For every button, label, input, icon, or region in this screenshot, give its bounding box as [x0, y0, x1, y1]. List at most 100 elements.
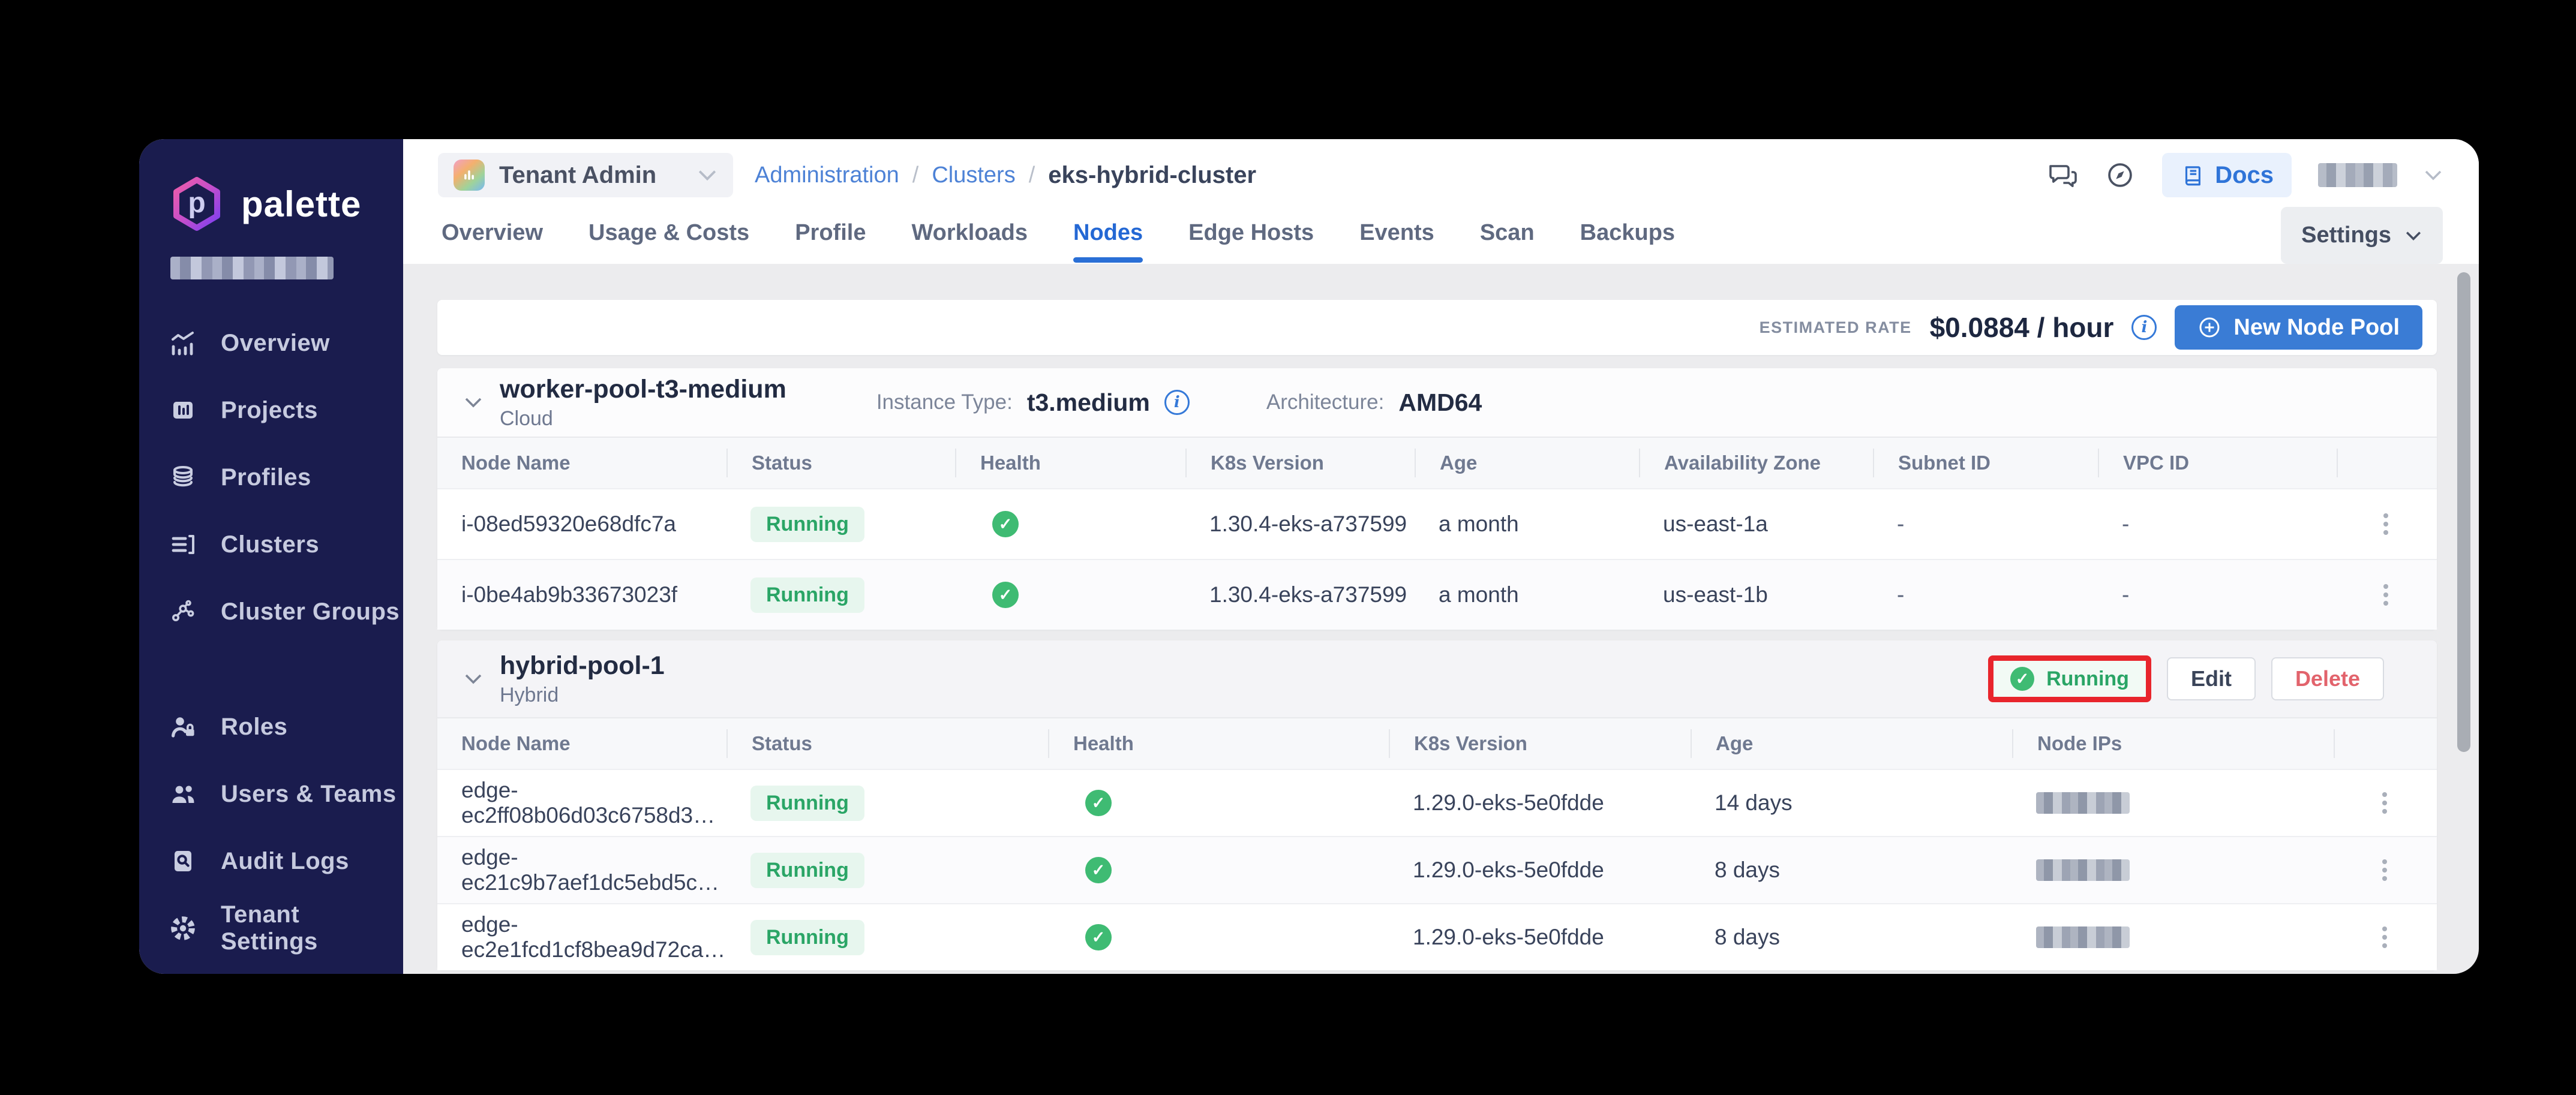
tab-profile[interactable]: Profile	[795, 211, 866, 254]
worker-pool-table-header: Node Name Status Health K8s Version Age …	[437, 438, 2437, 488]
estimated-rate-label: ESTIMATED RATE	[1760, 318, 1912, 337]
tab-nodes-active[interactable]: Nodes	[1073, 211, 1143, 254]
roles-person-lock-icon	[168, 712, 198, 742]
hybrid-pool-header: hybrid-pool-1 Hybrid Running Edit Delete	[437, 640, 2437, 718]
hybrid-pool-table-header: Node Name Status Health K8s Version Age …	[437, 718, 2437, 769]
scrollbar-thumb[interactable]	[2457, 272, 2470, 752]
sidebar-item-tenant-settings[interactable]: Tenant Settings	[168, 895, 403, 962]
col-availability-zone: Availability Zone	[1639, 449, 1873, 477]
sidebar-section-gap	[168, 645, 403, 693]
collapse-chevron-icon[interactable]	[460, 666, 487, 692]
sidebar-item-cluster-groups[interactable]: Cluster Groups	[168, 578, 403, 645]
delete-pool-button[interactable]: Delete	[2271, 657, 2384, 700]
node-ips-redacted	[2036, 926, 2130, 948]
docs-button[interactable]: Docs	[2162, 153, 2292, 197]
sidebar-item-clusters[interactable]: Clusters	[168, 511, 403, 578]
sidebar-item-overview[interactable]: Overview	[168, 309, 403, 377]
availability-zone: us-east-1b	[1639, 582, 1873, 607]
row-actions-kebab-icon[interactable]	[2382, 935, 2387, 940]
user-menu-chevron-down-icon[interactable]	[2424, 169, 2443, 181]
sidebar-item-label: Tenant Settings	[221, 901, 403, 955]
row-actions-kebab-icon[interactable]	[2383, 522, 2388, 527]
audit-logs-icon	[168, 846, 198, 876]
hybrid-pool-actions: Running Edit Delete	[1988, 655, 2384, 702]
svg-text:p: p	[188, 187, 205, 219]
sidebar-item-roles[interactable]: Roles	[168, 693, 403, 760]
node-name: edge-ec2e1fcd1cf8bea9d72ca…	[437, 912, 726, 962]
col-actions	[2337, 449, 2435, 477]
sidebar-nav: Overview Projects	[168, 309, 403, 962]
org-name-redacted	[170, 257, 334, 279]
breadcrumb-clusters-link[interactable]: Clusters	[932, 163, 1015, 188]
logo-wordmark: palette	[241, 183, 361, 225]
worker-pool-section: worker-pool-t3-medium Cloud Instance Typ…	[437, 368, 2437, 630]
pool-meta: Instance Type: t3.medium Architecture: A…	[876, 389, 1482, 417]
architecture-label: Architecture:	[1266, 390, 1384, 414]
table-row: edge-ec2ff08b06d03c6758d3… Running 1.29.…	[437, 769, 2437, 836]
sidebar-item-label: Audit Logs	[221, 848, 349, 875]
architecture-value: AMD64	[1398, 389, 1482, 417]
status-badge: Running	[750, 853, 864, 888]
col-k8s-version: K8s Version	[1185, 449, 1415, 477]
estimated-rate-bar: ESTIMATED RATE $0.0884 / hour New Node P…	[437, 300, 2437, 355]
instance-type-info-icon[interactable]	[1164, 390, 1190, 415]
screenshot-frame: p palette Overview	[0, 0, 2576, 1095]
health-ok-icon	[1085, 790, 1112, 816]
row-actions-kebab-icon[interactable]	[2383, 592, 2388, 597]
node-ips-redacted	[2036, 792, 2130, 814]
user-name-redacted[interactable]	[2318, 163, 2397, 187]
table-row: edge-ec2e1fcd1cf8bea9d72ca… Running 1.29…	[437, 903, 2437, 970]
rate-info-icon[interactable]	[2131, 315, 2157, 340]
breadcrumb-administration-link[interactable]: Administration	[755, 163, 899, 188]
sidebar-item-audit-logs[interactable]: Audit Logs	[168, 828, 403, 895]
top-bar: Tenant Admin Administration / Clusters /…	[403, 139, 2479, 211]
hybrid-pool-section: hybrid-pool-1 Hybrid Running Edit Delete	[437, 640, 2437, 970]
tab-scan[interactable]: Scan	[1480, 211, 1535, 254]
health-ok-icon	[992, 582, 1019, 608]
col-age: Age	[1691, 729, 2012, 758]
chat-feedback-icon[interactable]	[2047, 160, 2078, 191]
support-compass-icon[interactable]	[2104, 160, 2136, 191]
col-node-name: Node Name	[437, 729, 726, 758]
tab-events[interactable]: Events	[1359, 211, 1434, 254]
tab-workloads[interactable]: Workloads	[911, 211, 1028, 254]
edit-pool-button[interactable]: Edit	[2167, 657, 2256, 700]
row-actions-kebab-icon[interactable]	[2382, 868, 2387, 873]
tab-usage-costs[interactable]: Usage & Costs	[589, 211, 749, 254]
tab-edge-hosts[interactable]: Edge Hosts	[1188, 211, 1314, 254]
worker-pool-header: worker-pool-t3-medium Cloud Instance Typ…	[437, 368, 2437, 438]
palette-hexagon-logo-icon: p	[168, 175, 226, 233]
sidebar-item-users-teams[interactable]: Users & Teams	[168, 760, 403, 828]
clusters-icon	[168, 530, 198, 559]
k8s-version: 1.29.0-eks-5e0fdde	[1389, 790, 1691, 816]
node-name: edge-ec2ff08b06d03c6758d3…	[437, 778, 726, 828]
col-node-ips: Node IPs	[2012, 729, 2334, 758]
collapse-chevron-icon[interactable]	[460, 389, 487, 416]
pool-title-block: hybrid-pool-1 Hybrid	[500, 651, 665, 708]
col-health: Health	[955, 449, 1185, 477]
project-scope-label: Tenant Admin	[499, 162, 683, 189]
vpc-id: -	[2098, 582, 2337, 607]
instance-type-value: t3.medium	[1027, 389, 1150, 417]
health-ok-icon	[992, 511, 1019, 537]
table-row: i-08ed59320e68dfc7a Running 1.30.4-eks-a…	[437, 488, 2437, 559]
age: a month	[1415, 582, 1639, 607]
health-ok-icon	[1085, 857, 1112, 883]
tab-backups[interactable]: Backups	[1580, 211, 1675, 254]
sidebar-item-profiles[interactable]: Profiles	[168, 444, 403, 511]
palette-app-window: p palette Overview	[139, 139, 2479, 974]
new-node-pool-button[interactable]: New Node Pool	[2175, 305, 2422, 350]
settings-label: Settings	[2301, 222, 2391, 248]
row-actions-kebab-icon[interactable]	[2382, 801, 2387, 805]
book-icon	[2180, 163, 2205, 188]
tab-overview[interactable]: Overview	[442, 211, 543, 254]
k8s-version: 1.29.0-eks-5e0fdde	[1389, 858, 1691, 883]
health-ok-icon	[1085, 924, 1112, 950]
project-scope-selector[interactable]: Tenant Admin	[438, 153, 733, 197]
sidebar-item-label: Overview	[221, 330, 330, 357]
scrollbar-track[interactable]	[2457, 267, 2470, 969]
nodes-content: ESTIMATED RATE $0.0884 / hour New Node P…	[403, 264, 2479, 974]
sidebar-item-projects[interactable]: Projects	[168, 377, 403, 444]
settings-button[interactable]: Settings	[2281, 207, 2443, 264]
status-badge: Running	[750, 786, 864, 821]
